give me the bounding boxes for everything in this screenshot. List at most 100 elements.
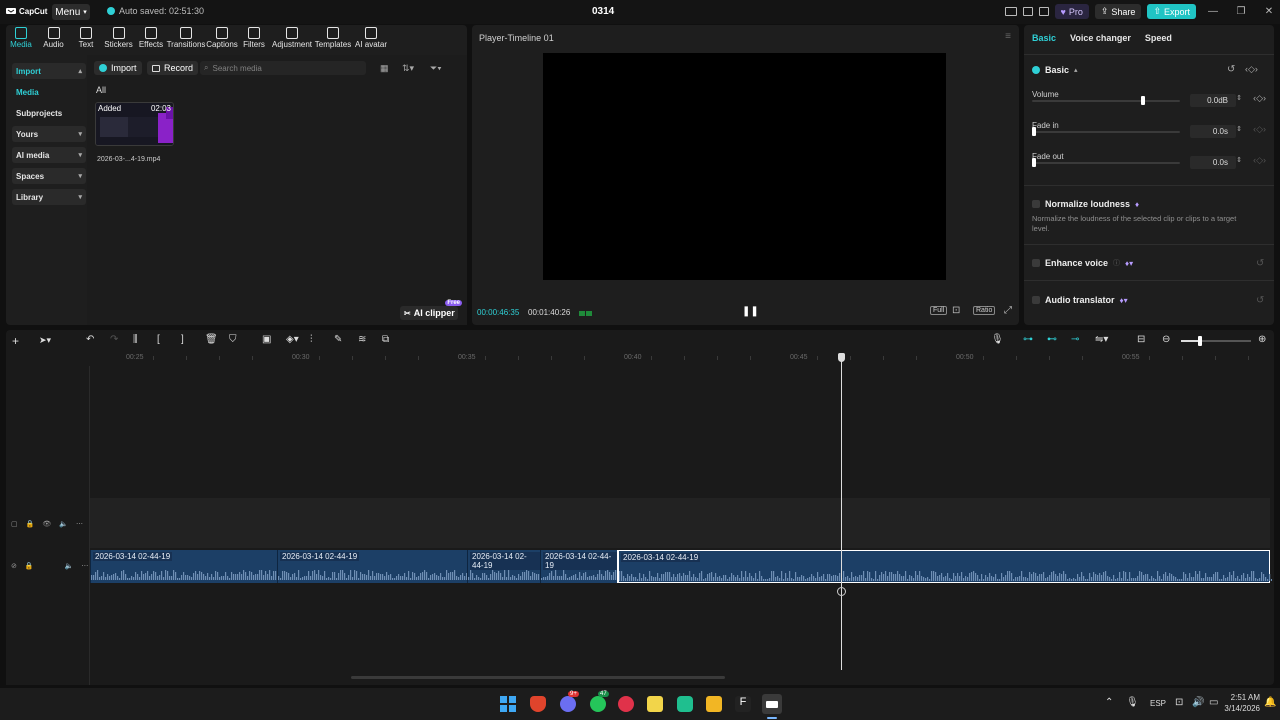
- notepad-icon[interactable]: [647, 696, 663, 712]
- app-f-icon[interactable]: F: [735, 696, 751, 712]
- stepper-icon[interactable]: ⇕: [1236, 94, 1242, 102]
- menu-button[interactable]: Menu ▾: [52, 4, 90, 20]
- toolbar-ai-avatar[interactable]: AI avatar: [352, 25, 390, 53]
- filter-icon[interactable]: ⏷▾: [430, 63, 442, 74]
- lock-icon[interactable]: 🔒: [26, 520, 35, 528]
- fade-in-track[interactable]: [1032, 131, 1180, 133]
- reset-icon[interactable]: ↺: [1256, 295, 1264, 306]
- audio-clip[interactable]: 2026-03-14 02-44-19: [277, 550, 468, 583]
- cover-icon[interactable]: ▢: [11, 520, 18, 528]
- music-player-icon[interactable]: [618, 696, 634, 712]
- audio-clip[interactable]: 2026-03-14 02-44-19: [90, 550, 278, 583]
- export-button[interactable]: ⇧ Export: [1147, 4, 1196, 19]
- toolbar-transitions[interactable]: Transitions: [166, 25, 206, 53]
- settings-icon[interactable]: [1038, 7, 1049, 16]
- reset-icon[interactable]: ↺: [1227, 64, 1235, 75]
- microphone-icon[interactable]: 🎙: [1126, 697, 1139, 708]
- toolbar-stickers[interactable]: Stickers: [101, 25, 136, 53]
- close-icon[interactable]: ✕: [1258, 6, 1280, 17]
- adjust-icon[interactable]: ⫶: [310, 334, 313, 345]
- more-icon[interactable]: ⋯: [76, 520, 83, 528]
- trim-right-icon[interactable]: ]: [181, 334, 184, 345]
- basic-toggle[interactable]: [1032, 66, 1040, 74]
- whatsapp-icon[interactable]: 47: [590, 691, 609, 712]
- ai-clipper-button[interactable]: ✂ AI clipper Free: [400, 300, 462, 320]
- start-icon[interactable]: [500, 696, 516, 712]
- stepper-icon[interactable]: ⇕: [1236, 125, 1242, 133]
- toolbar-filters[interactable]: Filters: [238, 25, 270, 53]
- audio-wave-icon[interactable]: ≋: [358, 334, 366, 345]
- split-icon[interactable]: ⫼: [133, 334, 138, 345]
- undo-icon[interactable]: ↶: [86, 334, 94, 345]
- volume-track[interactable]: [1032, 100, 1180, 102]
- shield-icon[interactable]: ⛉: [229, 334, 237, 345]
- delete-icon[interactable]: 🗑: [205, 334, 218, 345]
- track-settings-icon[interactable]: ⊘: [11, 562, 17, 570]
- audio-clip[interactable]: 2026-03-14 02-44-19: [617, 550, 1272, 583]
- pause-icon[interactable]: ❚❚: [742, 306, 759, 317]
- toolbar-audio[interactable]: Audio: [36, 25, 71, 53]
- toolbar-captions[interactable]: Captions: [206, 25, 238, 53]
- fade-out-track[interactable]: [1032, 162, 1180, 164]
- tab-voice-changer[interactable]: Voice changer: [1070, 33, 1131, 43]
- add-track-icon[interactable]: +: [12, 334, 19, 348]
- lock-icon[interactable]: 🔒: [25, 562, 34, 570]
- zoom-slider-knob[interactable]: [1198, 336, 1202, 346]
- chevron-up-icon[interactable]: ⌃: [1105, 697, 1113, 708]
- sidebar-item-library[interactable]: Library ▾: [12, 189, 86, 205]
- video-preview[interactable]: [543, 53, 946, 280]
- audio-clip[interactable]: 2026-03-14 02-44-19: [467, 550, 541, 583]
- normalize-checkbox[interactable]: [1032, 200, 1040, 208]
- share-button[interactable]: ⇪ Share: [1094, 4, 1142, 19]
- volume-value[interactable]: 0.0dB: [1190, 94, 1236, 107]
- zoom-out-icon[interactable]: ⊖: [1162, 334, 1170, 345]
- sidebar-item-import[interactable]: Import ▴: [12, 63, 86, 79]
- keyframe-icon[interactable]: ‹◇›: [1245, 64, 1258, 75]
- language-indicator[interactable]: ESP: [1150, 699, 1166, 708]
- shortcuts-icon[interactable]: [1022, 7, 1033, 16]
- volume-knob[interactable]: [1141, 96, 1145, 105]
- clock-time[interactable]: 2:51 AM: [1220, 693, 1260, 702]
- audio-translator-row[interactable]: Audio translator ♦▾: [1032, 295, 1128, 305]
- speaker-icon[interactable]: 🔈: [65, 562, 74, 570]
- full-button[interactable]: Full: [930, 306, 948, 315]
- link-icon[interactable]: ⊸: [1071, 334, 1079, 345]
- player-menu-icon[interactable]: ≡: [1005, 31, 1011, 42]
- fade-in-value[interactable]: 0.0s: [1190, 125, 1236, 138]
- toolbar-templates[interactable]: Templates: [314, 25, 352, 53]
- sidebar-item-spaces[interactable]: Spaces ▾: [12, 168, 86, 184]
- tab-speed[interactable]: Speed: [1145, 33, 1172, 43]
- caption-icon[interactable]: ⊟: [1137, 334, 1145, 345]
- basic-section-header[interactable]: Basic ▴: [1032, 65, 1078, 75]
- minimize-icon[interactable]: —: [1202, 6, 1224, 17]
- toolbar-adjustment[interactable]: Adjustment: [270, 25, 314, 53]
- freeze-icon[interactable]: ▣: [262, 334, 271, 345]
- trim-left-icon[interactable]: [: [157, 334, 160, 345]
- speaker-icon[interactable]: 🔈: [59, 520, 68, 528]
- playhead[interactable]: [841, 354, 842, 670]
- snap-icon[interactable]: ⊷: [1047, 334, 1057, 345]
- ratio-button[interactable]: Ratio: [973, 306, 996, 315]
- select-tool-icon[interactable]: ➤▾: [39, 335, 51, 346]
- app-green-icon[interactable]: [677, 696, 693, 712]
- file-explorer-icon[interactable]: [706, 696, 722, 712]
- tab-basic[interactable]: Basic: [1032, 33, 1056, 43]
- toolbar-media[interactable]: Media: [6, 25, 36, 53]
- keyframe-icon[interactable]: ‹◇›: [1253, 93, 1266, 104]
- record-button[interactable]: Record: [147, 61, 199, 75]
- toolbar-effects[interactable]: Effects: [136, 25, 166, 53]
- timeline-ruler[interactable]: 00:25 00:30 00:35 00:40 00:45 00:50 00:55: [90, 352, 1274, 364]
- audio-translator-checkbox[interactable]: [1032, 296, 1040, 304]
- capcut-taskbar-icon[interactable]: [762, 694, 782, 714]
- ai-edit-icon[interactable]: ✎: [334, 334, 342, 345]
- audio-clip[interactable]: 2026-03-14 02-44-19: [540, 550, 618, 583]
- enhance-voice-checkbox[interactable]: [1032, 259, 1040, 267]
- maximize-icon[interactable]: ❐: [1230, 6, 1252, 17]
- stepper-icon[interactable]: ⇕: [1236, 156, 1242, 164]
- sidebar-item-ai-media[interactable]: AI media ▾: [12, 147, 86, 163]
- import-button[interactable]: Import: [94, 61, 142, 75]
- more-icon[interactable]: ⋯: [81, 562, 88, 570]
- eye-icon[interactable]: 👁: [42, 520, 51, 528]
- redo-icon[interactable]: ↷: [110, 334, 118, 345]
- fade-out-knob[interactable]: [1032, 158, 1037, 167]
